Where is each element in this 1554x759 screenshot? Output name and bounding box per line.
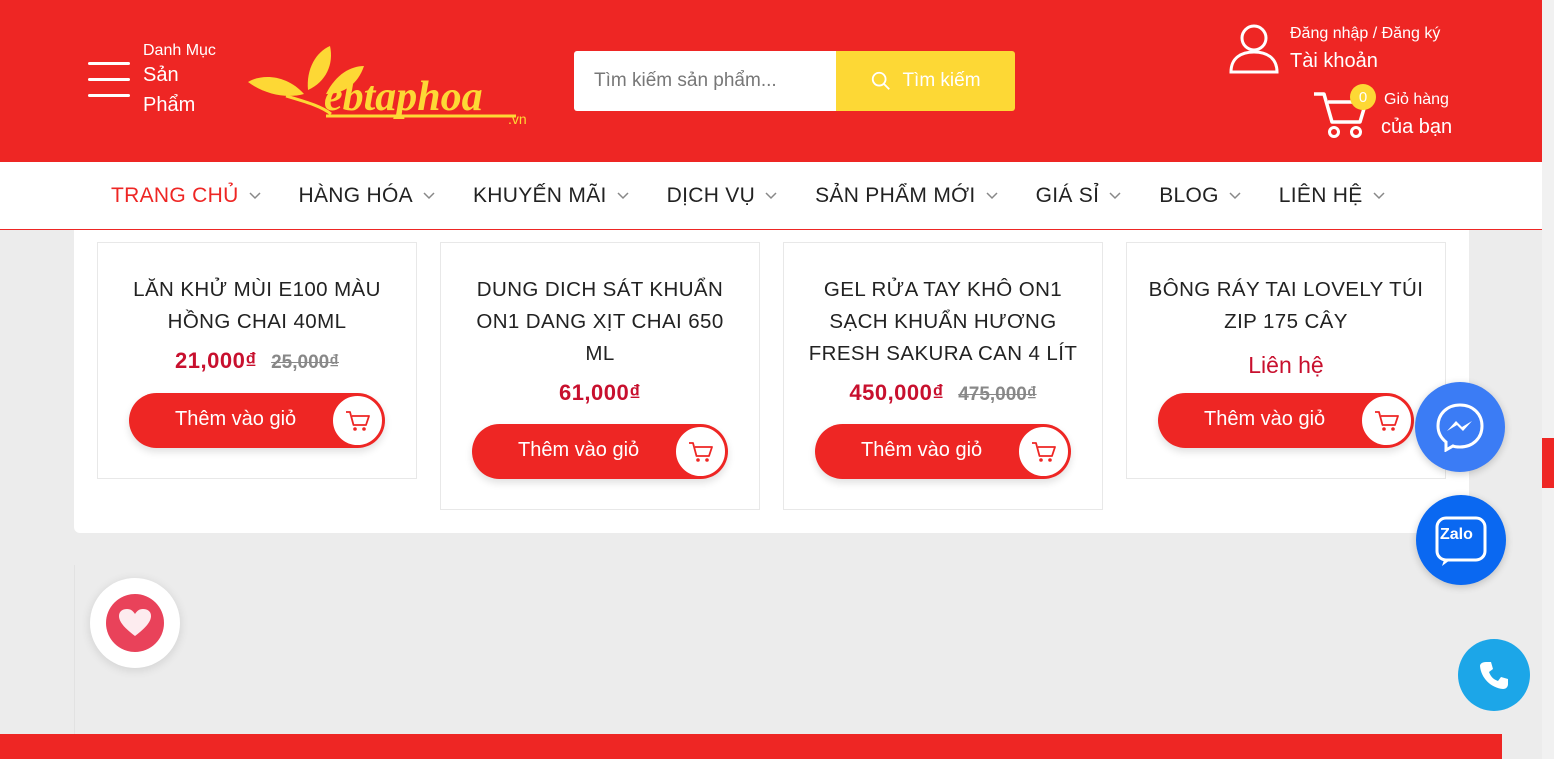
product-old-price: 25,000₫ <box>271 352 339 373</box>
scrollbar[interactable] <box>1542 0 1554 759</box>
cart-small-label: Giỏ hàng <box>1384 91 1449 108</box>
category-small-label: Danh Mục <box>143 42 216 59</box>
heart-icon <box>106 594 164 652</box>
product-name[interactable]: DUNG DICH SÁT KHUẨN ON1 DANG XỊT CHAI 65… <box>441 274 759 370</box>
add-to-cart-label: Thêm vào giỏ <box>518 439 640 461</box>
nav-label: BLOG <box>1159 183 1219 207</box>
zalo-button[interactable]: Zalo <box>1416 495 1506 585</box>
site-logo[interactable]: ebtaphoa .vn <box>246 44 546 126</box>
add-to-cart-button[interactable]: Thêm vào giỏ <box>129 393 385 448</box>
zalo-label: Zalo <box>1440 526 1473 543</box>
nav-item-khuyen-mai[interactable]: KHUYẾN MÃI <box>473 184 629 208</box>
nav-label: HÀNG HÓA <box>298 183 413 207</box>
nav-item-hang-hoa[interactable]: HÀNG HÓA <box>299 184 435 208</box>
add-to-cart-label: Thêm vào giỏ <box>1204 408 1326 430</box>
nav-label: SẢN PHẨM MỚI <box>815 183 976 207</box>
add-to-cart-label: Thêm vào giỏ <box>175 408 297 430</box>
cart-icon <box>675 426 726 477</box>
nav-item-trang-chu[interactable]: TRANG CHỦ <box>111 184 261 208</box>
product-contact-price: Liên hệ <box>1248 352 1324 378</box>
nav-label: KHUYẾN MÃI <box>472 183 607 207</box>
cart-icon <box>1361 395 1412 446</box>
site-header: Danh Mục Sản Phẩm ebtaphoa .vn Tìm kiếm … <box>0 0 1542 162</box>
search-button-label: Tìm kiếm <box>902 70 981 91</box>
messenger-icon <box>1436 403 1484 452</box>
chevron-down-icon <box>423 191 435 199</box>
nav-label: LIÊN HỆ <box>1278 183 1363 207</box>
wishlist-button[interactable] <box>90 578 180 668</box>
product-name[interactable]: GEL RỬA TAY KHÔ ON1 SẠCH KHUẨN HƯƠNG FRE… <box>784 274 1102 370</box>
cart-link[interactable]: 0 Giỏ hàng của bạn <box>1312 84 1462 144</box>
chevron-down-icon <box>765 191 777 199</box>
logo-text: ebtaphoa <box>324 74 483 120</box>
phone-icon <box>1480 662 1508 689</box>
category-menu-label[interactable]: Danh Mục Sản Phẩm <box>143 42 216 120</box>
search-button[interactable]: Tìm kiếm <box>836 51 1015 111</box>
nav-item-blog[interactable]: BLOG <box>1159 184 1241 208</box>
nav-item-san-pham-moi[interactable]: SẢN PHẨM MỚI <box>815 183 998 208</box>
scroll-marker <box>1542 438 1554 488</box>
cart-big-label: của bạn <box>1381 116 1453 138</box>
product-price: 61,000₫ <box>558 380 642 405</box>
add-to-cart-button[interactable]: Thêm vào giỏ <box>1158 393 1414 448</box>
cart-icon <box>1018 426 1069 477</box>
main-nav: TRANG CHỦ HÀNG HÓA KHUYẾN MÃI DỊCH VỤ SẢ… <box>0 162 1542 230</box>
menu-icon[interactable] <box>88 62 130 98</box>
phone-button[interactable] <box>1458 639 1530 711</box>
product-prices: 61,000₫ <box>441 380 759 406</box>
chevron-down-icon <box>249 191 261 199</box>
nav-item-lien-he[interactable]: LIÊN HỆ <box>1279 184 1385 208</box>
nav-item-dich-vu[interactable]: DỊCH VỤ <box>667 184 777 208</box>
footer-bar <box>0 734 1502 759</box>
chevron-down-icon <box>617 191 629 199</box>
search-icon <box>872 71 891 90</box>
product-prices: 21,000₫ 25,000₫ <box>98 348 416 374</box>
chevron-down-icon <box>1229 191 1241 199</box>
search-bar: Tìm kiếm <box>574 51 1015 111</box>
product-prices: 450,000₫ 475,000₫ <box>784 380 1102 406</box>
add-to-cart-label: Thêm vào giỏ <box>861 439 983 461</box>
product-price: 21,000₫ <box>175 348 258 373</box>
product-old-price: 475,000₫ <box>958 384 1037 405</box>
chevron-down-icon <box>1109 191 1121 199</box>
product-name[interactable]: LĂN KHỬ MÙI E100 MÀU HỒNG CHAI 40ML <box>98 274 416 338</box>
chevron-down-icon <box>986 191 998 199</box>
messenger-button[interactable] <box>1415 382 1505 472</box>
account-link[interactable]: Đăng nhập / Đăng ký Tài khoản <box>1228 22 1468 78</box>
cart-icon <box>332 395 383 446</box>
nav-label: TRANG CHỦ <box>111 183 239 207</box>
nav-item-gia-si[interactable]: GIÁ SỈ <box>1036 184 1122 208</box>
account-label: Tài khoản <box>1290 50 1378 72</box>
add-to-cart-button[interactable]: Thêm vào giỏ <box>472 424 728 479</box>
nav-label: GIÁ SỈ <box>1035 183 1100 207</box>
add-to-cart-button[interactable]: Thêm vào giỏ <box>815 424 1071 479</box>
lower-section <box>74 565 1469 740</box>
nav-label: DỊCH VỤ <box>666 183 756 207</box>
account-login-label: Đăng nhập / Đăng ký <box>1290 25 1441 42</box>
user-icon <box>1229 24 1279 74</box>
cart-count-badge: 0 <box>1350 84 1376 110</box>
search-input[interactable] <box>574 51 836 111</box>
category-big-label: Sản Phẩm <box>143 64 196 116</box>
chevron-down-icon <box>1373 191 1385 199</box>
logo-suffix: .vn <box>508 111 527 126</box>
product-name[interactable]: BÔNG RÁY TAI LOVELY TÚI ZIP 175 CÂY <box>1127 274 1445 338</box>
product-price: 450,000₫ <box>849 380 945 405</box>
